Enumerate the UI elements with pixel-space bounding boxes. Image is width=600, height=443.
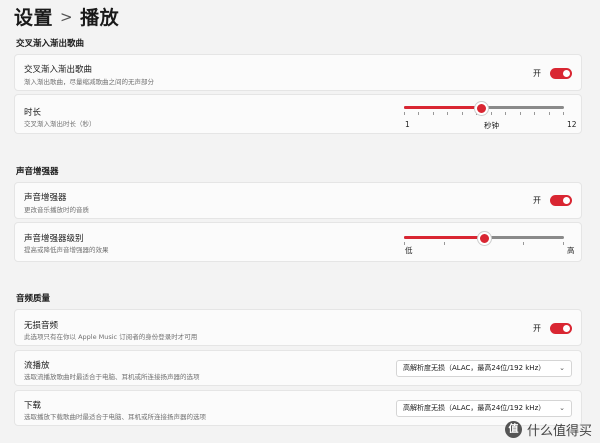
crossfade-duration-row: 时长 交叉渐入渐出时长（秒） 1 秒钟 12 (14, 94, 582, 134)
slider-thumb[interactable] (475, 102, 488, 115)
crossfade-duration-desc: 交叉渐入渐出时长（秒） (24, 120, 96, 128)
streaming-quality-select[interactable]: 高解析度无损（ALAC，最高24位/192 kHz） ⌄ (396, 360, 572, 377)
lossless-title: 无损音频 (24, 321, 59, 331)
crossfade-toggle-switch[interactable] (550, 68, 572, 79)
crossfade-duration-slider[interactable] (390, 93, 570, 123)
lossless-toggle-switch[interactable] (550, 323, 572, 334)
download-desc: 选取播放下载歌曲时最适合于电脑、耳机或所连接扬声器的选项 (24, 413, 206, 421)
level-max-label: 高 (567, 246, 575, 255)
watermark-text: 什么值得买 (526, 424, 592, 439)
duration-min-label: 1 (405, 120, 410, 129)
streaming-title: 流播放 (24, 361, 50, 371)
download-title: 下载 (24, 401, 42, 411)
chevron-down-icon: ⌄ (559, 404, 565, 412)
crossfade-toggle-state: 开 (533, 69, 541, 78)
lossless-row: 无损音频 此选项只有在你以 Apple Music 订阅者的身份登录时才可用 开 (14, 309, 582, 346)
download-row: 下载 选取播放下载歌曲时最适合于电脑、耳机或所连接扬声器的选项 高解析度无损（A… (14, 390, 582, 426)
enhancer-toggle-desc: 更改音乐播放时的音质 (24, 206, 89, 214)
download-selected-value: 高解析度无损（ALAC，最高24位/192 kHz） (403, 404, 546, 412)
enhancer-toggle-state: 开 (533, 196, 541, 205)
watermark: 值 什么值得买 (504, 420, 592, 439)
slider-fill (404, 236, 484, 239)
streaming-desc: 选取流播放歌曲时最适合于电脑、耳机或所连接扬声器的选项 (24, 373, 200, 381)
enhancer-level-row: 声音增强器级别 提高或降低声音增强器的效果 低 高 (14, 222, 582, 262)
enhancer-level-slider[interactable] (390, 223, 570, 253)
enhancer-toggle-title: 声音增强器 (24, 193, 67, 203)
crossfade-duration-title: 时长 (24, 108, 42, 118)
breadcrumb-separator-icon: > (60, 8, 74, 26)
slider-fill (404, 106, 481, 109)
crossfade-toggle-desc: 渐入渐出歌曲，尽量缩减歌曲之间的无声部分 (24, 78, 154, 86)
crossfade-toggle-row: 交叉渐入渐出歌曲 渐入渐出歌曲，尽量缩减歌曲之间的无声部分 开 (14, 54, 582, 91)
section-enhancer-title: 声音增强器 (16, 167, 59, 177)
section-quality-title: 音频质量 (16, 294, 51, 304)
watermark-logo-icon: 值 (504, 421, 522, 438)
lossless-desc: 此选项只有在你以 Apple Music 订阅者的身份登录时才可用 (24, 333, 198, 341)
enhancer-level-desc: 提高或降低声音增强器的效果 (24, 246, 109, 254)
enhancer-level-title: 声音增强器级别 (24, 234, 84, 244)
duration-unit-label: 秒钟 (484, 121, 499, 130)
streaming-row: 流播放 选取流播放歌曲时最适合于电脑、耳机或所连接扬声器的选项 高解析度无损（A… (14, 350, 582, 386)
page-title: 设置 > 播放 (14, 3, 119, 30)
enhancer-toggle-row: 声音增强器 更改音乐播放时的音质 开 (14, 182, 582, 219)
breadcrumb-current: 播放 (80, 7, 120, 29)
enhancer-toggle-switch[interactable] (550, 195, 572, 206)
level-min-label: 低 (405, 246, 413, 255)
streaming-selected-value: 高解析度无损（ALAC，最高24位/192 kHz） (403, 364, 546, 372)
crossfade-toggle-title: 交叉渐入渐出歌曲 (24, 65, 93, 75)
slider-thumb[interactable] (478, 232, 491, 245)
section-crossfade-title: 交叉渐入渐出歌曲 (16, 39, 85, 49)
duration-max-label: 12 (567, 120, 577, 129)
breadcrumb-parent[interactable]: 设置 (14, 7, 53, 29)
download-quality-select[interactable]: 高解析度无损（ALAC，最高24位/192 kHz） ⌄ (396, 400, 572, 417)
lossless-toggle-state: 开 (533, 324, 541, 333)
chevron-down-icon: ⌄ (559, 364, 565, 372)
